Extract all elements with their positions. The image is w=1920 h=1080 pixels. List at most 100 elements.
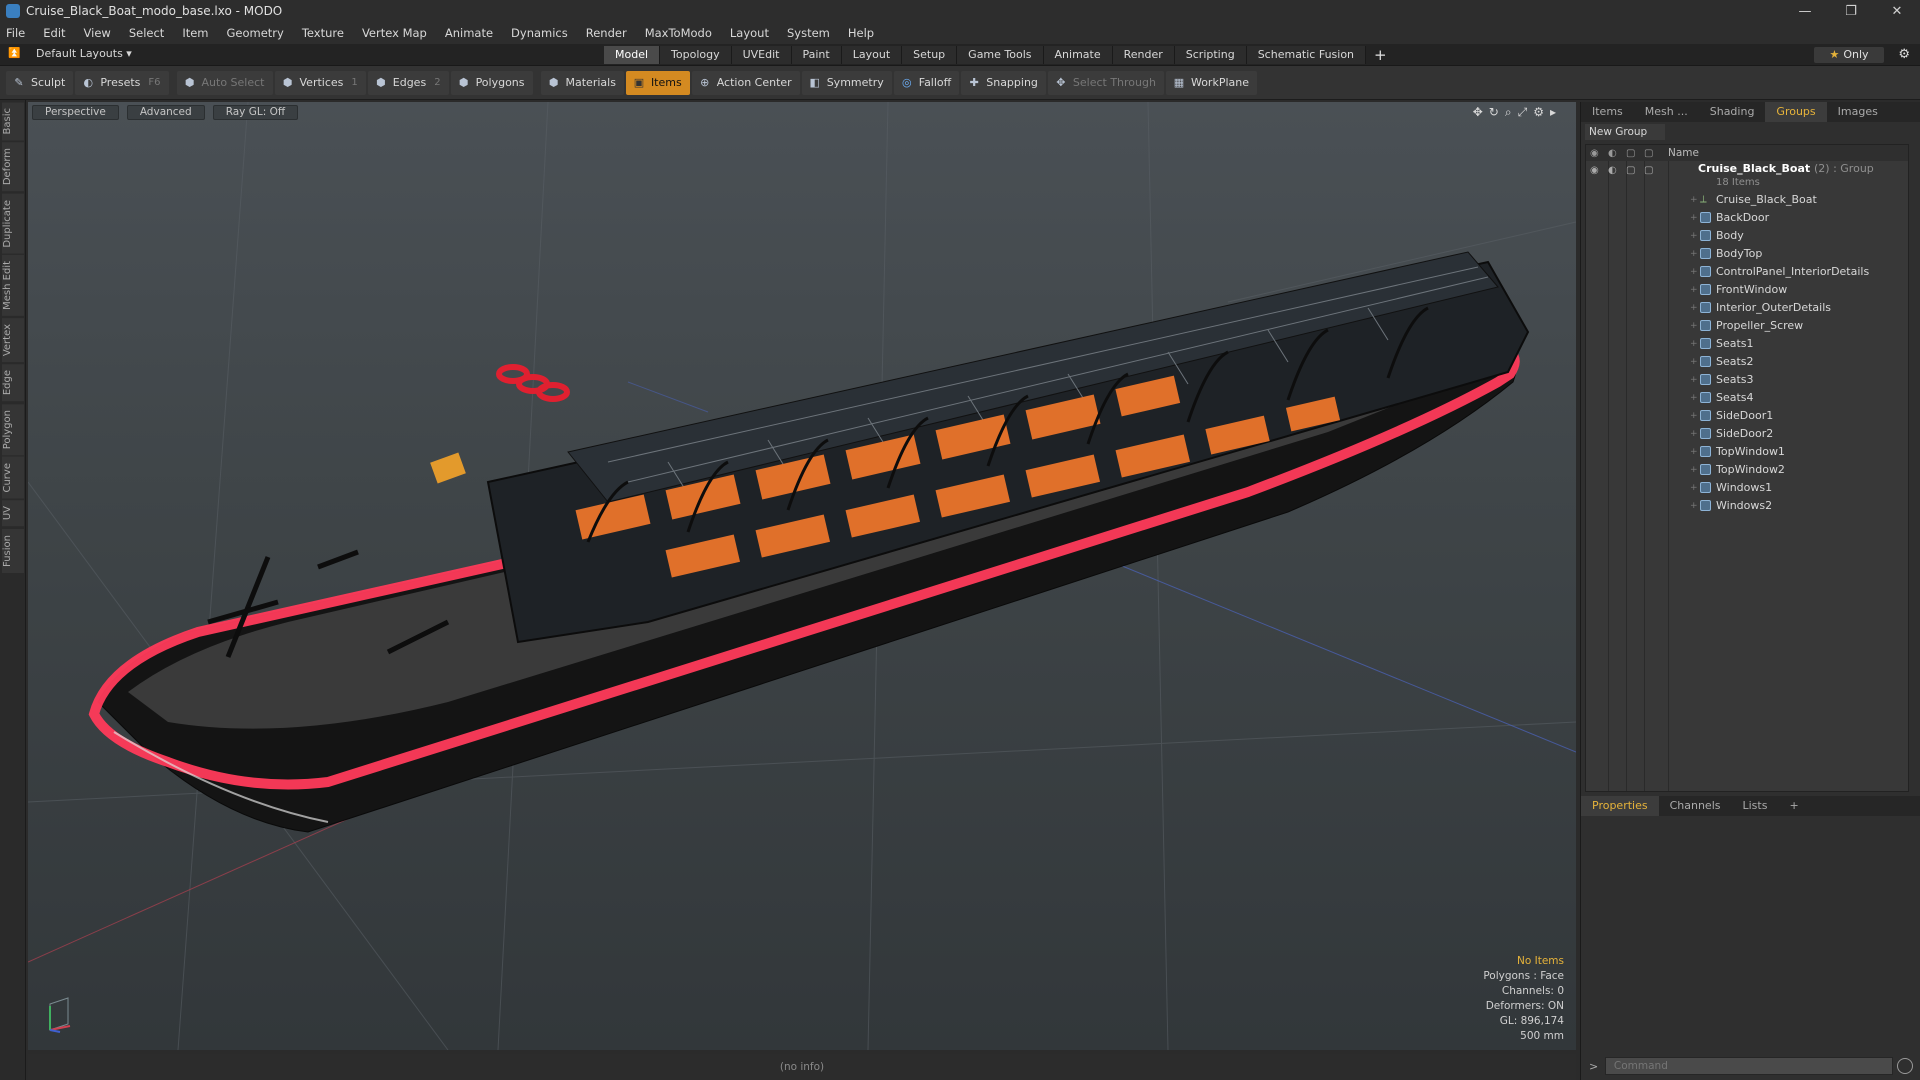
list-item[interactable]: + FrontWindow <box>1586 281 1908 299</box>
left-tab-curve[interactable]: Curve <box>2 456 24 499</box>
pan-icon[interactable]: ✥ <box>1473 105 1483 120</box>
menu-item[interactable]: Item <box>182 26 208 40</box>
edges-button[interactable]: ⬢ Edges 2 <box>367 70 449 95</box>
presets-button[interactable]: ◐ Presets F6 <box>75 70 169 95</box>
tab-layout[interactable]: Layout <box>841 46 903 64</box>
view-mode-button[interactable]: Perspective <box>32 104 119 120</box>
fit-icon[interactable]: ⤢ <box>1518 105 1528 120</box>
polygons-button[interactable]: ⬢ Polygons <box>450 70 533 95</box>
workplane-button[interactable]: ▦ WorkPlane <box>1165 70 1257 95</box>
tab-schematic-fusion[interactable]: Schematic Fusion <box>1246 46 1367 64</box>
tab-render[interactable]: Render <box>1112 46 1175 64</box>
tab-game-tools[interactable]: Game Tools <box>957 46 1044 64</box>
list-item[interactable]: + SideDoor1 <box>1586 407 1908 425</box>
list-item[interactable]: + Seats3 <box>1586 371 1908 389</box>
tab-properties[interactable]: Properties <box>1581 796 1659 816</box>
list-item[interactable]: + Interior_OuterDetails <box>1586 299 1908 317</box>
list-item[interactable]: + Windows1 <box>1586 479 1908 497</box>
falloff-button[interactable]: ◎ Falloff <box>893 70 960 95</box>
raygl-button[interactable]: Ray GL: Off <box>212 104 299 120</box>
select-through-button[interactable]: ✥ Select Through <box>1047 70 1164 95</box>
render-icon[interactable]: ◐ <box>1608 165 1626 176</box>
menu-select[interactable]: Select <box>129 26 164 40</box>
list-item[interactable]: + TopWindow1 <box>1586 443 1908 461</box>
expand-arrow-icon[interactable]: ▸ <box>1550 105 1556 120</box>
menu-maxtomodo[interactable]: MaxToModo <box>645 26 712 40</box>
tab-topology[interactable]: Topology <box>660 46 732 64</box>
tab-items[interactable]: Items <box>1581 102 1634 122</box>
left-tab-mesh-edit[interactable]: Mesh Edit <box>2 255 24 317</box>
menu-file[interactable]: File <box>6 26 25 40</box>
materials-button[interactable]: ⬢ Materials <box>540 70 624 95</box>
tab-uvedit[interactable]: UVEdit <box>731 46 792 64</box>
menu-dynamics[interactable]: Dynamics <box>511 26 568 40</box>
menu-vertex-map[interactable]: Vertex Map <box>362 26 427 40</box>
maximize-button[interactable]: ❐ <box>1828 0 1874 22</box>
tab-shading[interactable]: Shading <box>1699 102 1766 122</box>
tab-model[interactable]: Model <box>604 46 661 64</box>
tab-paint[interactable]: Paint <box>791 46 842 64</box>
menu-edit[interactable]: Edit <box>43 26 65 40</box>
add-tab-button[interactable]: + <box>1366 46 1395 64</box>
eye-icon[interactable]: ◉ <box>1590 165 1608 176</box>
only-toggle[interactable]: ★ Only <box>1814 47 1884 63</box>
tab-lists[interactable]: Lists <box>1732 796 1779 816</box>
command-input[interactable] <box>1604 1057 1894 1075</box>
tab-setup[interactable]: Setup <box>902 46 958 64</box>
tab-animate[interactable]: Animate <box>1043 46 1113 64</box>
tab-channels[interactable]: Channels <box>1659 796 1732 816</box>
menu-help[interactable]: Help <box>848 26 874 40</box>
menu-system[interactable]: System <box>787 26 830 40</box>
list-item[interactable]: + Seats1 <box>1586 335 1908 353</box>
left-tab-deform[interactable]: Deform <box>2 142 24 192</box>
eye-icon[interactable]: ◉ <box>1590 148 1608 159</box>
menu-view[interactable]: View <box>84 26 111 40</box>
shading-mode-button[interactable]: Advanced <box>126 104 205 120</box>
symmetry-button[interactable]: ◧ Symmetry <box>801 70 892 95</box>
select-icon[interactable]: ▢ <box>1644 148 1662 159</box>
left-tab-fusion[interactable]: Fusion <box>2 528 24 573</box>
lock-icon[interactable]: ▢ <box>1626 165 1644 176</box>
lock-icon[interactable]: ▢ <box>1626 148 1644 159</box>
list-item[interactable]: + BackDoor <box>1586 209 1908 227</box>
new-group-button[interactable]: New Group <box>1585 124 1665 140</box>
menu-render[interactable]: Render <box>586 26 627 40</box>
3d-viewport[interactable]: Perspective Advanced Ray GL: Off ✥ ↻ ⌕ ⤢… <box>28 102 1576 1050</box>
tab-groups[interactable]: Groups <box>1765 102 1827 122</box>
list-item[interactable]: + ControlPanel_InteriorDetails <box>1586 263 1908 281</box>
sculpt-button[interactable]: ✎ Sculpt <box>6 70 74 95</box>
zoom-icon[interactable]: ⌕ <box>1505 105 1512 120</box>
tab-scripting[interactable]: Scripting <box>1174 46 1247 64</box>
menu-geometry[interactable]: Geometry <box>227 26 284 40</box>
close-button[interactable]: ✕ <box>1874 0 1920 22</box>
list-item[interactable]: + Body <box>1586 227 1908 245</box>
list-item[interactable]: + Seats4 <box>1586 389 1908 407</box>
group-row[interactable]: ◉ ◐ ▢ ▢ Cruise_Black_Boat (2) : Group 18… <box>1586 161 1908 191</box>
rotate-icon[interactable]: ↻ <box>1489 105 1499 120</box>
menu-layout[interactable]: Layout <box>730 26 769 40</box>
list-item[interactable]: + SideDoor2 <box>1586 425 1908 443</box>
list-item[interactable]: + TopWindow2 <box>1586 461 1908 479</box>
list-item[interactable]: + Propeller_Screw <box>1586 317 1908 335</box>
render-icon[interactable]: ◐ <box>1608 148 1626 159</box>
select-icon[interactable]: ▢ <box>1644 165 1662 176</box>
left-tab-duplicate[interactable]: Duplicate <box>2 193 24 254</box>
left-tab-uv[interactable]: UV <box>2 500 24 527</box>
vertices-button[interactable]: ⬢ Vertices 1 <box>274 70 366 95</box>
left-tab-vertex[interactable]: Vertex <box>2 318 24 363</box>
list-item[interactable]: + Seats2 <box>1586 353 1908 371</box>
snapping-button[interactable]: ✚ Snapping <box>961 70 1046 95</box>
list-item[interactable]: + Windows2 <box>1586 497 1908 515</box>
gear-icon[interactable]: ⚙ <box>1898 47 1910 62</box>
default-layouts-dropdown[interactable]: ⏫ Default Layouts ▾ <box>8 47 132 60</box>
viewport-settings-icon[interactable]: ⚙ <box>1533 105 1544 120</box>
left-tab-edge[interactable]: Edge <box>2 364 24 402</box>
auto-select-button[interactable]: ⬢ Auto Select <box>176 70 273 95</box>
list-item[interactable]: + ⟂ Cruise_Black_Boat <box>1586 191 1908 209</box>
left-tab-basic[interactable]: Basic <box>2 102 24 141</box>
tab-images[interactable]: Images <box>1827 102 1889 122</box>
menu-texture[interactable]: Texture <box>302 26 344 40</box>
items-button[interactable]: ▣ Items <box>625 70 690 95</box>
list-item[interactable]: + BodyTop <box>1586 245 1908 263</box>
left-tab-polygon[interactable]: Polygon <box>2 403 24 455</box>
